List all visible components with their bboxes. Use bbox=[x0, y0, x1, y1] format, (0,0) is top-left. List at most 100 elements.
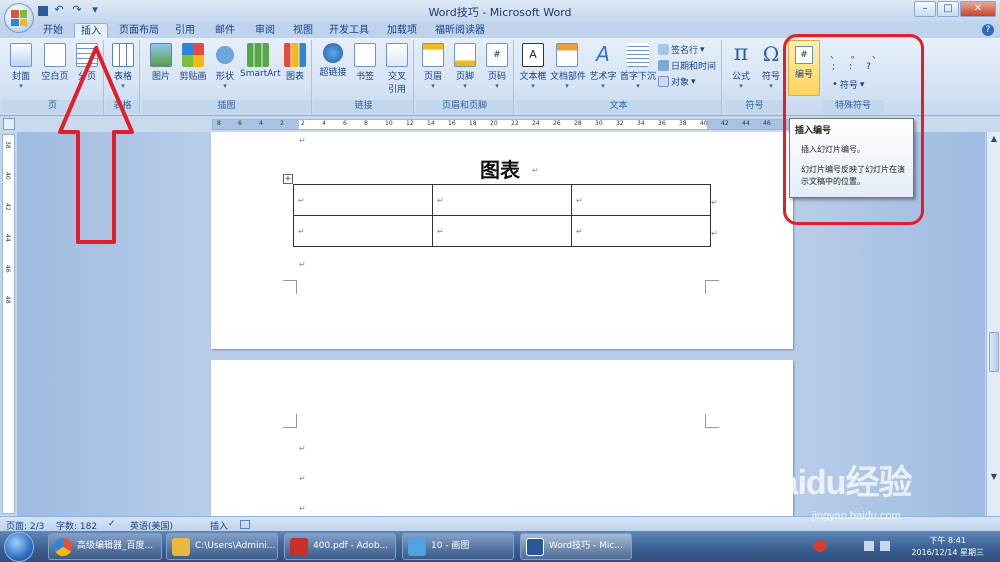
office-logo-icon bbox=[11, 10, 27, 26]
document-page-2[interactable]: ↵ ↵ ↵ bbox=[211, 360, 793, 516]
start-button[interactable] bbox=[4, 532, 34, 562]
header-button[interactable]: 页眉 ▾ bbox=[416, 40, 450, 90]
tab-view[interactable]: 视图 bbox=[288, 23, 318, 39]
cover-page-button[interactable]: 封面 ▾ bbox=[4, 40, 38, 90]
scroll-up-icon[interactable]: ▲ bbox=[988, 134, 1000, 146]
signature-icon bbox=[658, 44, 669, 55]
clock-time: 下午 8:41 bbox=[929, 536, 966, 545]
equation-button[interactable]: π 公式 ▾ bbox=[724, 40, 758, 91]
margin-corner bbox=[283, 280, 297, 294]
scroll-thumb[interactable] bbox=[989, 332, 999, 372]
drop-cap-button[interactable]: 首字下沉 ▾ bbox=[620, 40, 656, 90]
left-margin-area bbox=[213, 120, 299, 129]
page-number-button[interactable]: # 页码 ▾ bbox=[480, 40, 514, 90]
paint-icon bbox=[408, 538, 426, 556]
table-move-handle[interactable]: + bbox=[283, 174, 293, 184]
tab-mailings[interactable]: 邮件 bbox=[210, 23, 240, 39]
group-label-symbols: 符号 bbox=[724, 100, 785, 113]
symbol-button[interactable]: Ω 符号 ▾ bbox=[756, 40, 786, 90]
dropdown-icon: ▾ bbox=[495, 82, 499, 90]
table-cell[interactable]: ↵ bbox=[571, 215, 711, 247]
taskbar-item[interactable]: 高级编辑器_百度... bbox=[48, 533, 162, 560]
input-method-icon[interactable] bbox=[814, 540, 826, 552]
macro-record-icon[interactable] bbox=[240, 520, 250, 529]
smartart-button[interactable]: SmartArt bbox=[240, 40, 281, 79]
tab-review[interactable]: 审阅 bbox=[250, 23, 280, 39]
object-button[interactable]: 对象 ▾ bbox=[658, 75, 696, 88]
ruler-tick: 26 bbox=[553, 120, 561, 127]
tab-developer[interactable]: 开发工具 bbox=[326, 23, 372, 39]
volume-icon[interactable] bbox=[880, 541, 890, 551]
paragraph-mark: ↵ bbox=[299, 444, 306, 453]
minimize-button[interactable]: – bbox=[914, 1, 936, 17]
bookmark-label: 书签 bbox=[355, 72, 374, 82]
bookmark-icon bbox=[354, 43, 376, 67]
shapes-button[interactable]: 形状 ▾ bbox=[208, 40, 242, 90]
dropdown-icon: ▾ bbox=[531, 82, 535, 90]
table-cell[interactable]: ↵ bbox=[571, 184, 711, 216]
ruler-tick: 44 bbox=[4, 234, 11, 242]
table-cell[interactable]: ↵ bbox=[293, 215, 433, 247]
office-button[interactable] bbox=[4, 3, 34, 33]
maximize-button[interactable]: □ bbox=[937, 1, 959, 17]
cross-reference-button[interactable]: 交叉 引用 bbox=[380, 40, 414, 95]
paragraph-mark: ↵ bbox=[299, 136, 306, 145]
tab-home[interactable]: 开始 bbox=[38, 23, 68, 39]
tab-foxit[interactable]: 福昕阅读器 bbox=[432, 23, 488, 39]
clock[interactable]: 下午 8:41 2016/12/14 星期三 bbox=[911, 535, 984, 559]
taskbar-item[interactable]: 400.pdf - Adob... bbox=[284, 533, 396, 560]
bookmark-button[interactable]: 书签 bbox=[348, 40, 382, 82]
ruler-tick: 12 bbox=[406, 120, 414, 127]
network-icon[interactable] bbox=[864, 541, 874, 551]
ruler-tick: 14 bbox=[427, 120, 435, 127]
ruler-tick: 46 bbox=[763, 120, 771, 127]
tab-page-layout[interactable]: 页面布局 bbox=[116, 23, 162, 39]
help-icon[interactable]: ? bbox=[982, 24, 994, 36]
horizontal-ruler[interactable]: 8 6 4 2 2 4 6 8 10 12 14 16 18 20 22 24 26 28 30 32 34 36 38 40… bbox=[212, 119, 794, 130]
taskbar-item-label: 10 - 画图 bbox=[431, 541, 470, 551]
vertical-scrollbar[interactable]: ▲ ▼ bbox=[986, 132, 1000, 516]
table-cell[interactable]: ↵ bbox=[293, 184, 433, 216]
signature-line-button[interactable]: 签名行 ▾ bbox=[658, 43, 705, 56]
smartart-label: SmartArt bbox=[240, 69, 281, 79]
tab-addins[interactable]: 加载项 bbox=[382, 23, 422, 39]
dropdown-icon: ▾ bbox=[223, 82, 227, 90]
document-table[interactable]: ↵ ↵ ↵ ↵ ↵ ↵ bbox=[293, 184, 711, 247]
date-time-button[interactable]: 日期和时间 bbox=[658, 59, 716, 72]
cross-reference-label-1: 交叉 bbox=[387, 72, 406, 82]
cover-page-icon bbox=[10, 43, 32, 67]
vertical-ruler[interactable]: 38 40 42 44 46 48 bbox=[2, 134, 15, 514]
group-illustrations: 图片 剪贴画 形状 ▾ SmartArt 图表 插图 bbox=[142, 40, 312, 114]
watermark: Baidu经验 bbox=[756, 464, 912, 502]
table-cell[interactable]: ↵ bbox=[432, 215, 572, 247]
ruler-tick: 46 bbox=[4, 265, 11, 273]
ruler-tick: 38 bbox=[4, 141, 11, 149]
tab-selector[interactable] bbox=[3, 118, 15, 130]
close-button[interactable]: ✕ bbox=[960, 1, 996, 17]
table-cell[interactable]: ↵ bbox=[432, 184, 572, 216]
page-number-icon: # bbox=[486, 43, 508, 67]
taskbar-item[interactable]: C:\Users\Admini... bbox=[166, 533, 278, 560]
document-page-1[interactable]: ↵ 图表 ↵ + ↵ ↵ ↵ ↵ ↵ ↵ ↵ ↵ ↵ bbox=[211, 132, 793, 349]
footer-button[interactable]: 页脚 ▾ bbox=[448, 40, 482, 90]
group-symbols: π 公式 ▾ Ω 符号 ▾ 符号 bbox=[724, 40, 786, 114]
ruler-tick: 8 bbox=[217, 120, 221, 127]
scroll-down-icon[interactable]: ▼ bbox=[988, 472, 1000, 484]
proofing-icon[interactable]: ✓ bbox=[108, 519, 116, 529]
chart-button[interactable]: 图表 bbox=[278, 40, 312, 82]
textbox-label: 文本框 bbox=[519, 72, 547, 82]
ruler-tick: 6 bbox=[343, 120, 347, 127]
drop-cap-label: 首字下沉 bbox=[620, 72, 657, 82]
clipart-button[interactable]: 剪贴画 bbox=[176, 40, 210, 82]
dropdown-icon: ▾ bbox=[700, 44, 705, 55]
tab-references[interactable]: 引用 bbox=[170, 23, 200, 39]
group-label-links: 链接 bbox=[314, 100, 413, 113]
picture-button[interactable]: 图片 bbox=[144, 40, 178, 82]
quick-parts-button[interactable]: 文档部件 ▾ bbox=[550, 40, 586, 90]
taskbar-item[interactable]: 10 - 画图 bbox=[402, 533, 514, 560]
hyperlink-button[interactable]: 超链接 bbox=[316, 40, 350, 78]
taskbar-item-active[interactable]: Word技巧 - Mic... bbox=[520, 533, 632, 560]
textbox-button[interactable]: A 文本框 ▾ bbox=[516, 40, 550, 90]
tab-insert[interactable]: 插入 bbox=[74, 23, 108, 39]
wordart-button[interactable]: A 艺术字 ▾ bbox=[586, 40, 620, 90]
